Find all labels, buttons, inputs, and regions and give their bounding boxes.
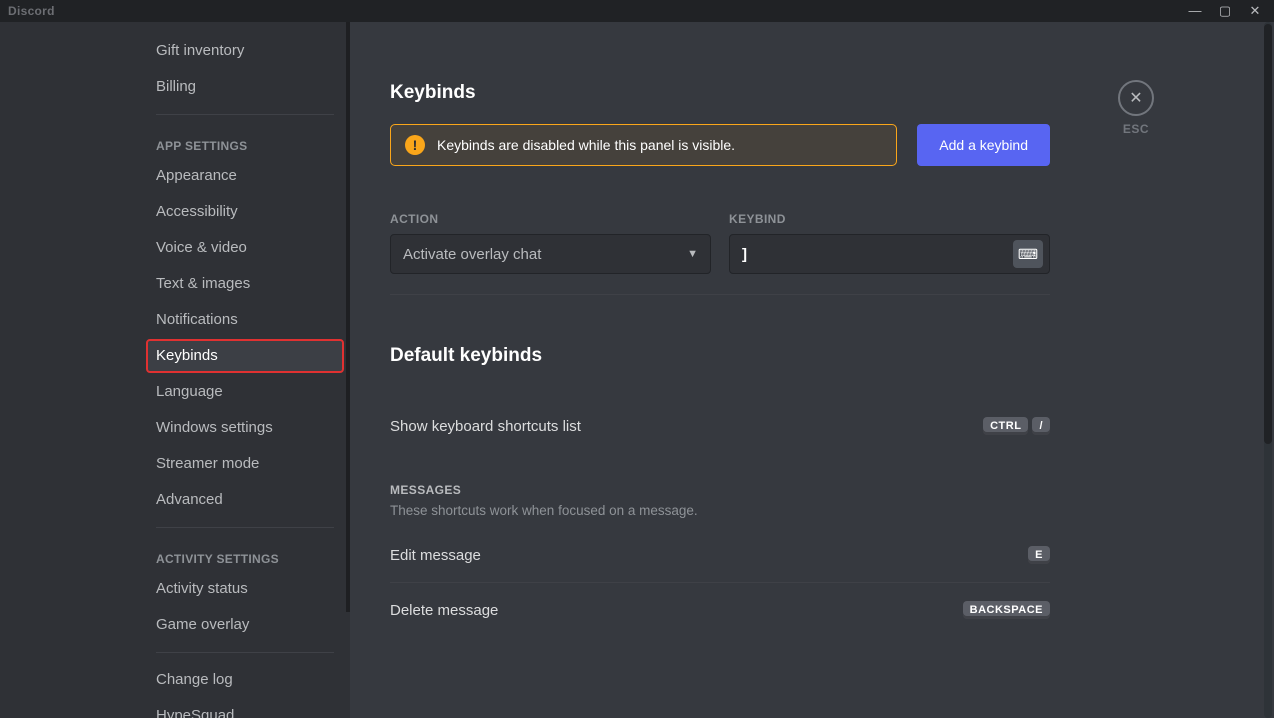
titlebar: Discord — ▢ ✕: [0, 0, 1274, 22]
sidebar-item-text-images[interactable]: Text & images: [146, 267, 344, 301]
keybind-row-label: Delete message: [390, 602, 498, 619]
chevron-down-icon: ▼: [687, 248, 698, 260]
messages-subsection: MESSAGES These shortcuts work when focus…: [390, 483, 1050, 637]
sidebar-item-appearance[interactable]: Appearance: [146, 159, 344, 193]
key-badge: /: [1032, 417, 1050, 435]
window-close-icon[interactable]: ✕: [1246, 0, 1264, 22]
nav-divider: [156, 114, 334, 115]
keyboard-record-button[interactable]: ⌨: [1013, 240, 1043, 268]
sidebar-item-gift-inventory[interactable]: Gift inventory: [146, 34, 344, 68]
key-badge: E: [1028, 546, 1050, 564]
keybind-row-keys: E: [1028, 546, 1050, 564]
default-keybinds-title: Default keybinds: [390, 345, 1050, 367]
warning-icon: !: [405, 135, 425, 155]
sidebar-item-hypesquad[interactable]: HypeSquad: [146, 699, 344, 718]
messages-header: MESSAGES: [390, 483, 1050, 497]
action-label: ACTION: [390, 212, 711, 226]
keybind-row-keys: CTRL/: [983, 417, 1050, 435]
divider: [390, 294, 1050, 295]
action-select-value: Activate overlay chat: [403, 246, 541, 263]
close-button[interactable]: ✕: [1118, 80, 1154, 116]
close-icon: ✕: [1129, 88, 1142, 108]
sidebar-item-windows-settings[interactable]: Windows settings: [146, 411, 344, 445]
sidebar-item-advanced[interactable]: Advanced: [146, 483, 344, 517]
keyboard-icon: ⌨: [1018, 246, 1038, 263]
close-settings: ✕ ESC: [1118, 80, 1154, 136]
app-body: Gift inventoryBilling APP SETTINGSAppeara…: [0, 22, 1274, 718]
keybind-label: KEYBIND: [729, 212, 1050, 226]
window-controls: — ▢ ✕: [1186, 0, 1274, 22]
keybind-row-label: Show keyboard shortcuts list: [390, 418, 581, 435]
sidebar-item-streamer-mode[interactable]: Streamer mode: [146, 447, 344, 481]
settings-sidebar: Gift inventoryBilling APP SETTINGSAppeara…: [0, 22, 350, 718]
sidebar-item-notifications[interactable]: Notifications: [146, 303, 344, 337]
sidebar-item-language[interactable]: Language: [146, 375, 344, 409]
keybind-value: ]: [742, 246, 747, 263]
sidebar-item-keybinds[interactable]: Keybinds: [146, 339, 344, 373]
nav-section-header: ACTIVITY SETTINGS: [146, 538, 344, 570]
keybind-row: Show keyboard shortcuts list CTRL/: [390, 399, 1050, 453]
nav-section-header: APP SETTINGS: [146, 125, 344, 157]
keybind-row-keys: BACKSPACE: [963, 601, 1050, 619]
window-minimize-icon[interactable]: —: [1186, 0, 1204, 22]
keybinds-top-row: ! Keybinds are disabled while this panel…: [390, 124, 1050, 166]
sidebar-item-voice-video[interactable]: Voice & video: [146, 231, 344, 265]
window-maximize-icon[interactable]: ▢: [1216, 0, 1234, 22]
warning-text: Keybinds are disabled while this panel i…: [437, 137, 735, 153]
key-badge: CTRL: [983, 417, 1028, 435]
sidebar-item-change-log[interactable]: Change log: [146, 663, 344, 697]
content-scrollbar-thumb[interactable]: [1264, 24, 1272, 444]
key-badge: BACKSPACE: [963, 601, 1050, 619]
nav-divider: [156, 527, 334, 528]
nav-divider: [156, 652, 334, 653]
sidebar-item-game-overlay[interactable]: Game overlay: [146, 608, 344, 642]
app-brand: Discord: [8, 4, 55, 18]
keybind-input[interactable]: ] ⌨: [729, 234, 1050, 274]
warning-banner: ! Keybinds are disabled while this panel…: [390, 124, 897, 166]
sidebar-item-accessibility[interactable]: Accessibility: [146, 195, 344, 229]
action-select[interactable]: Activate overlay chat ▼: [390, 234, 711, 274]
keybind-row: Delete message BACKSPACE: [390, 582, 1050, 637]
settings-content: ✕ ESC Keybinds ! Keybinds are disabled w…: [350, 22, 1274, 718]
sidebar-item-activity-status[interactable]: Activity status: [146, 572, 344, 606]
keybind-edit-row: ACTION Activate overlay chat ▼ KEYBIND ]…: [390, 212, 1050, 274]
keybind-row-label: Edit message: [390, 547, 481, 564]
keybind-row: Edit message E: [390, 528, 1050, 582]
sidebar-item-billing[interactable]: Billing: [146, 70, 344, 104]
add-keybind-button[interactable]: Add a keybind: [917, 124, 1050, 166]
page-title: Keybinds: [390, 82, 1050, 104]
esc-label: ESC: [1123, 122, 1149, 136]
messages-desc: These shortcuts work when focused on a m…: [390, 503, 1050, 518]
